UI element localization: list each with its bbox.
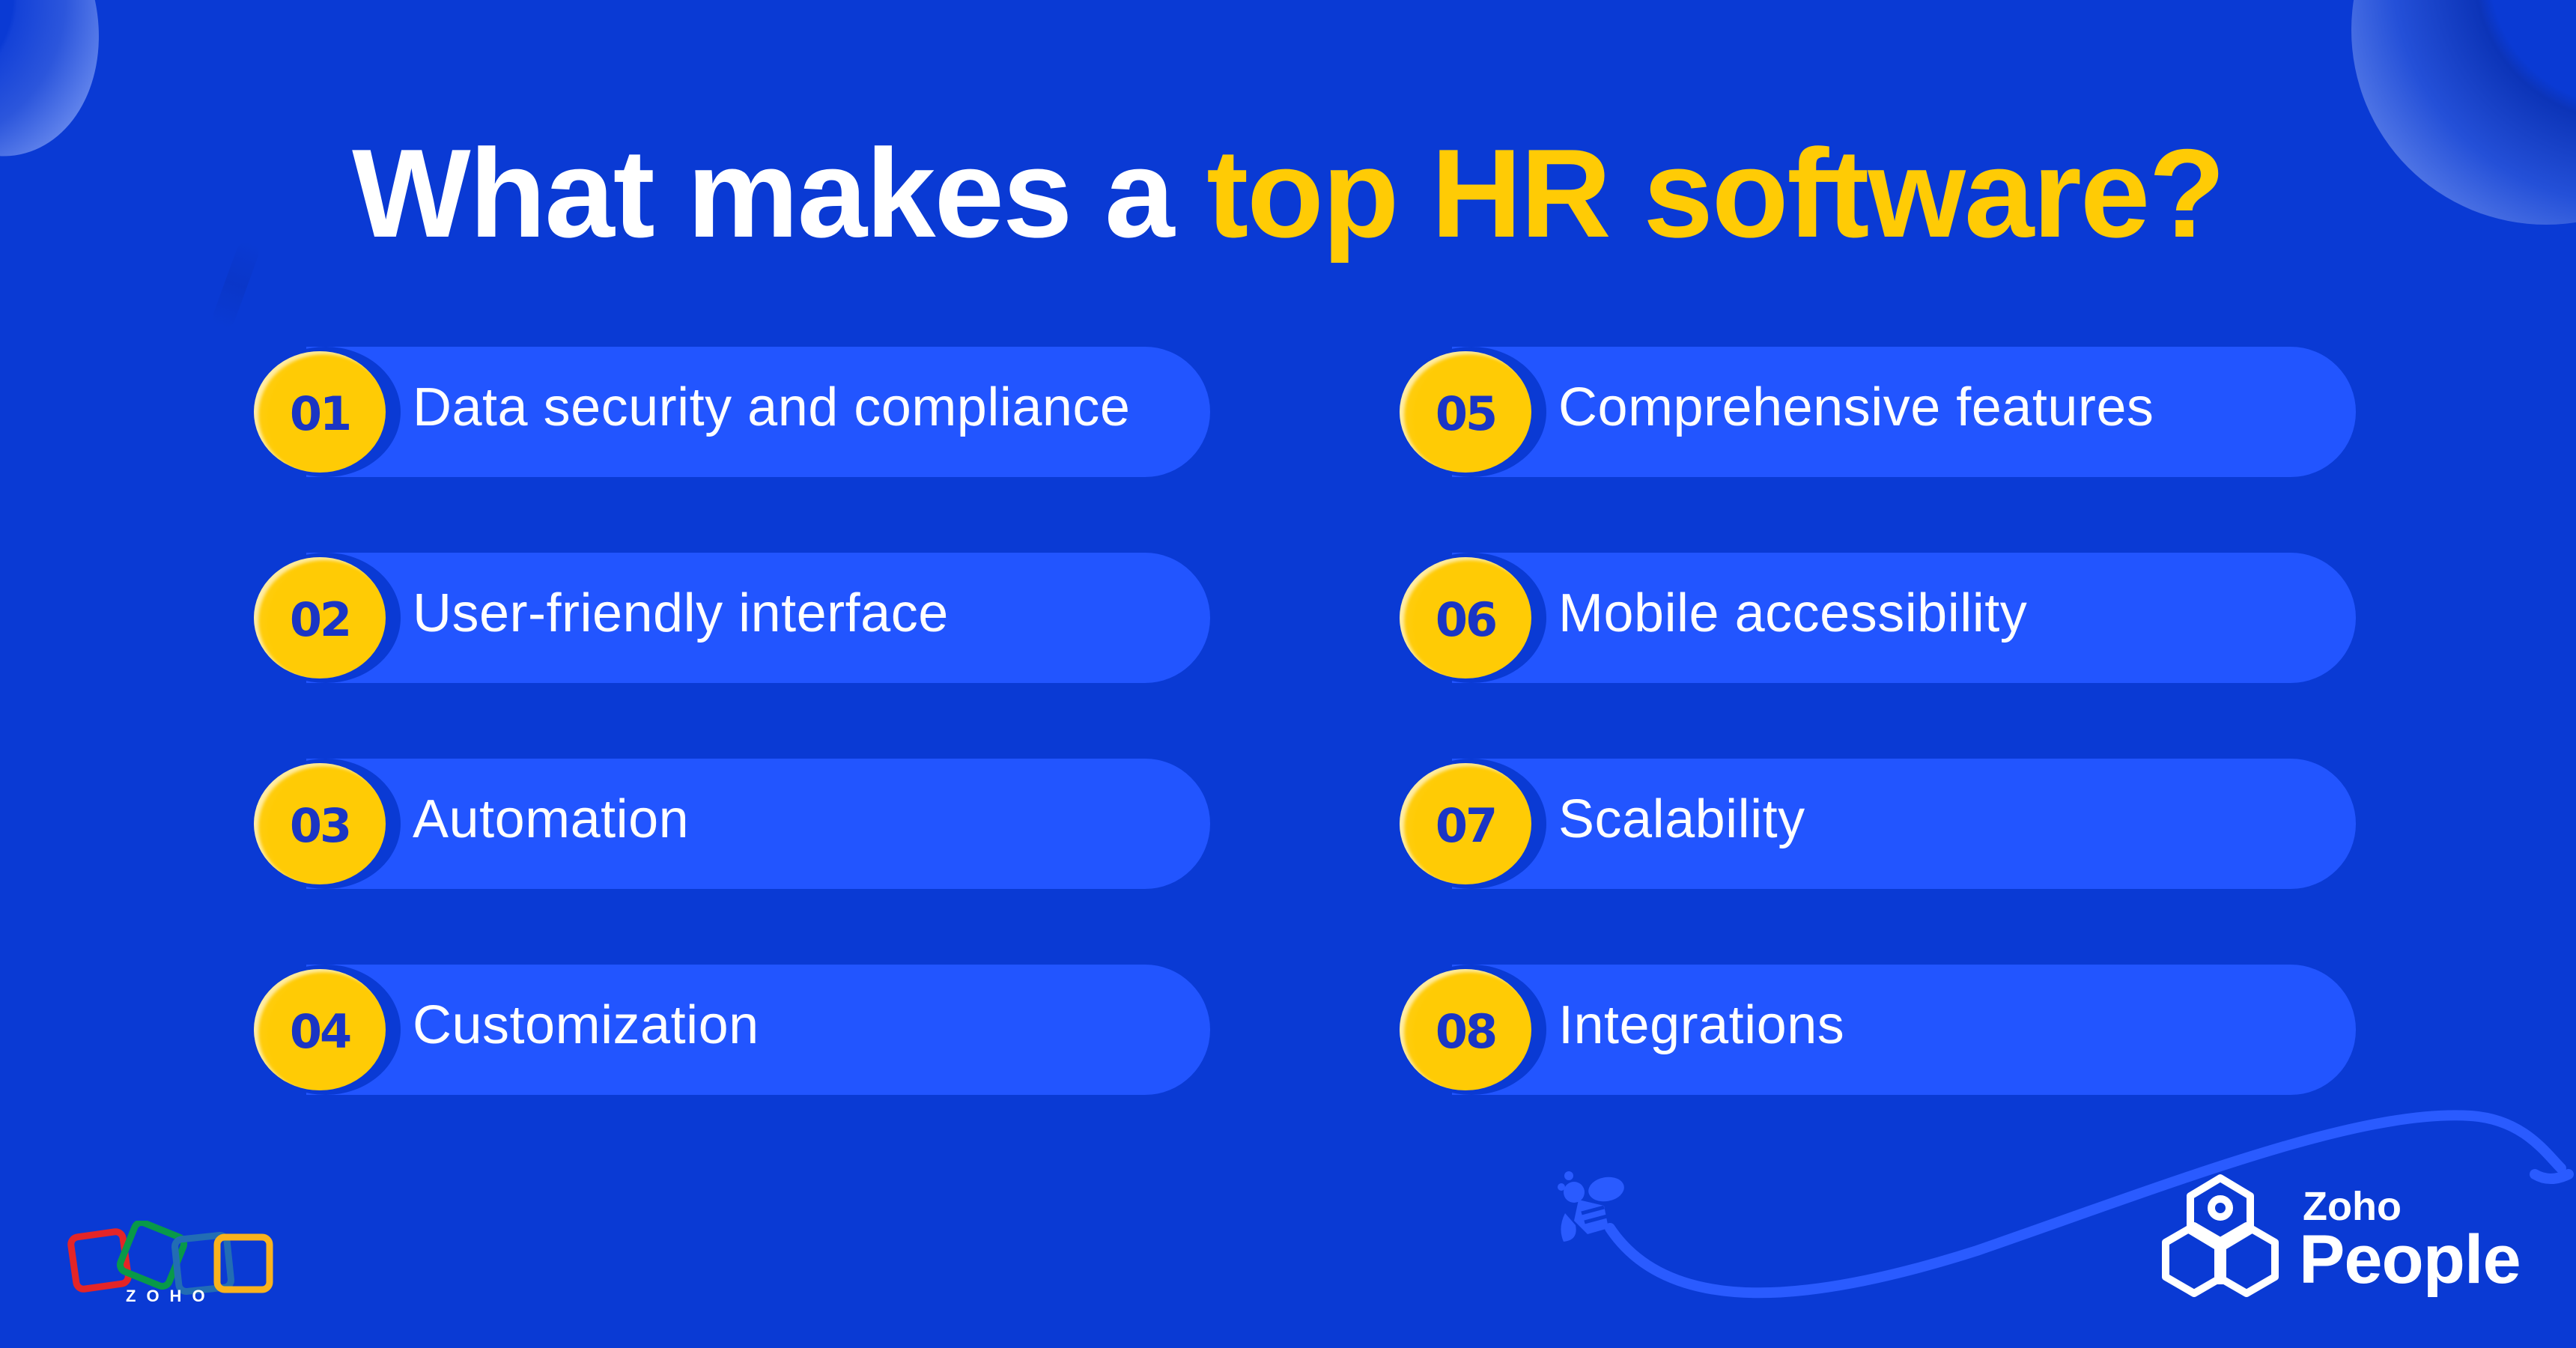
- item-label: Mobile accessibility: [1558, 583, 2028, 643]
- item-label: Automation: [413, 789, 690, 849]
- number-badge: 01: [254, 351, 386, 473]
- item-label: Comprehensive features: [1558, 377, 2154, 437]
- wave-tail: [2530, 1169, 2574, 1184]
- title-prefix: What makes a: [352, 123, 1207, 264]
- item-number: 07: [1435, 798, 1498, 853]
- item-label: Scalability: [1558, 789, 1805, 849]
- item-label: Customization: [413, 995, 759, 1055]
- item-label: Data security and compliance: [413, 377, 1131, 437]
- list-item: 04 Customization: [251, 965, 1210, 1095]
- number-badge: 04: [254, 969, 386, 1090]
- item-number: 06: [1435, 592, 1498, 647]
- number-badge: 05: [1400, 351, 1531, 473]
- item-number: 08: [1435, 1004, 1498, 1059]
- list-item: 03 Automation: [251, 759, 1210, 889]
- list-item: 08 Integrations: [1397, 965, 2356, 1095]
- product-name: People: [2299, 1221, 2521, 1298]
- item-number: 01: [289, 386, 352, 441]
- item-number: 02: [289, 592, 352, 647]
- number-badge: 06: [1400, 557, 1531, 678]
- hexagon-people-icon: [2162, 1174, 2279, 1297]
- number-badge: 08: [1400, 969, 1531, 1090]
- page-title: What makes a top HR software?: [0, 126, 2576, 261]
- zoho-wordmark: ZOHO: [126, 1287, 216, 1305]
- list-item: 06 Mobile accessibility: [1397, 553, 2356, 683]
- item-label: User-friendly interface: [413, 583, 949, 643]
- item-number: 04: [289, 1004, 352, 1059]
- number-badge: 03: [254, 763, 386, 884]
- item-number: 03: [289, 798, 352, 853]
- item-number: 05: [1435, 386, 1498, 441]
- number-badge: 02: [254, 557, 386, 678]
- list-item: 01 Data security and compliance: [251, 347, 1210, 477]
- item-label: Integrations: [1558, 995, 1845, 1055]
- title-highlight: top HR software?: [1206, 123, 2226, 264]
- bee-icon: [1558, 1171, 1624, 1242]
- list-item: 07 Scalability: [1397, 759, 2356, 889]
- list-item: 05 Comprehensive features: [1397, 347, 2356, 477]
- number-badge: 07: [1400, 763, 1531, 884]
- list-item: 02 User-friendly interface: [251, 553, 1210, 683]
